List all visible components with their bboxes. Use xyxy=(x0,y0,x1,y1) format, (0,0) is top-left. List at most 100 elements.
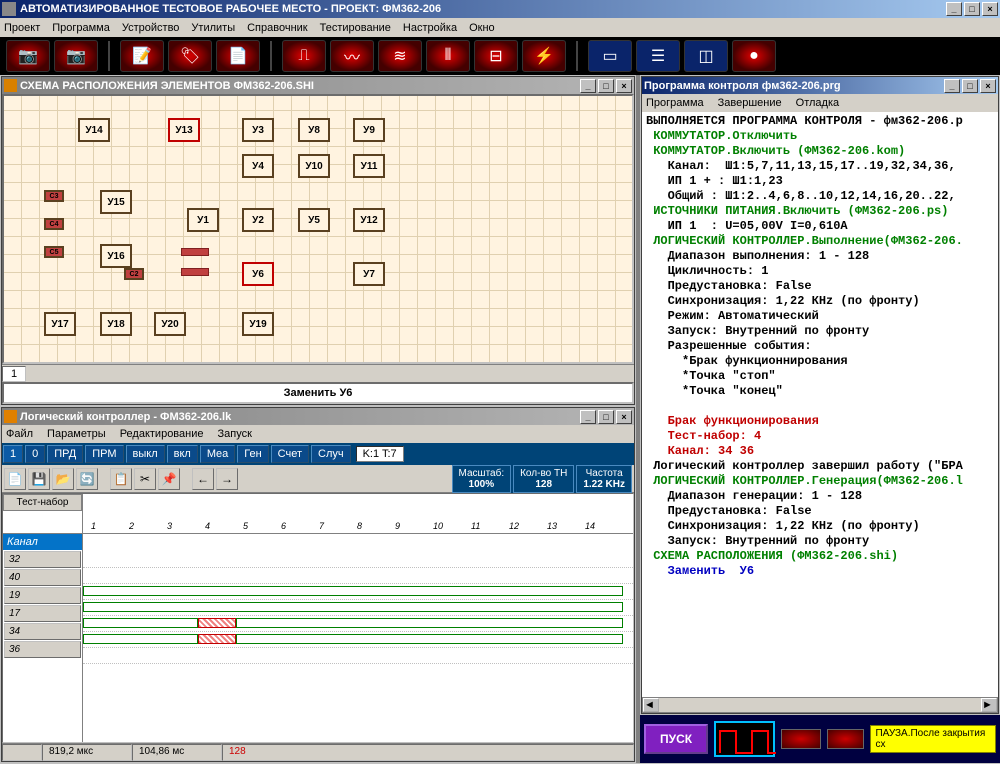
chip-У1[interactable]: У1 xyxy=(187,208,219,232)
tb-btn-4[interactable]: 🏷 xyxy=(168,40,212,72)
chip-У8[interactable]: У8 xyxy=(298,118,330,142)
logic-tab-0[interactable]: 0 xyxy=(25,445,45,463)
log-max-button[interactable]: □ xyxy=(598,410,614,424)
lt-new[interactable]: 📄 xyxy=(4,468,26,490)
logic-tab-Mea[interactable]: Mea xyxy=(200,445,235,463)
program-output[interactable]: ВЫПОЛНЯЕТСЯ ПРОГРАММА КОНТРОЛЯ - фм362-2… xyxy=(642,112,998,697)
menu-program[interactable]: Программа xyxy=(52,22,110,34)
tb-btn-8[interactable]: ≋ xyxy=(378,40,422,72)
log-min-button[interactable]: _ xyxy=(580,410,596,424)
channel-36[interactable]: 36 xyxy=(4,641,81,658)
channel-40[interactable]: 40 xyxy=(4,569,81,586)
menu-settings[interactable]: Настройка xyxy=(403,22,457,34)
tb-layout-3[interactable]: ◫ xyxy=(684,40,728,72)
chip-У3[interactable]: У3 xyxy=(242,118,274,142)
logic-tab-выкл[interactable]: выкл xyxy=(126,445,165,463)
cap-С2[interactable]: С2 xyxy=(124,268,144,280)
sch-close-button[interactable]: × xyxy=(616,79,632,93)
logic-menu-file[interactable]: Файл xyxy=(6,428,33,440)
logic-titlebar[interactable]: Логический контроллер - ФМ362-206.lk _ □… xyxy=(2,408,634,425)
channel-34[interactable]: 34 xyxy=(4,623,81,640)
logic-tab-ПРМ[interactable]: ПРМ xyxy=(85,445,123,463)
chip-У2[interactable]: У2 xyxy=(242,208,274,232)
menu-testing[interactable]: Тестирование xyxy=(320,22,391,34)
chip-У9[interactable]: У9 xyxy=(353,118,385,142)
program-titlebar[interactable]: Программа контроля фм362-206.prg _ □ × xyxy=(642,77,998,94)
minimize-button[interactable]: _ xyxy=(946,2,962,16)
chip-У10[interactable]: У10 xyxy=(298,154,330,178)
tb-layout-1[interactable]: ▭ xyxy=(588,40,632,72)
channel-19[interactable]: 19 xyxy=(4,587,81,604)
logic-tab-Случ[interactable]: Случ xyxy=(311,445,351,463)
menu-window[interactable]: Окно xyxy=(469,22,495,34)
logic-tab-ПРД[interactable]: ПРД xyxy=(47,445,83,463)
prog-menu-debug[interactable]: Отладка xyxy=(796,97,839,109)
logic-menu-run[interactable]: Запуск xyxy=(217,428,251,440)
lt-prev[interactable]: ← xyxy=(192,468,214,490)
tb-layout-2[interactable]: ☰ xyxy=(636,40,680,72)
start-button[interactable]: ПУСК xyxy=(644,724,708,754)
ctrl-small-2[interactable] xyxy=(827,729,865,749)
lt-open[interactable]: 📂 xyxy=(52,468,74,490)
cap-С4[interactable]: С4 xyxy=(44,218,64,230)
sch-min-button[interactable]: _ xyxy=(580,79,596,93)
chip-У5[interactable]: У5 xyxy=(298,208,330,232)
menu-reference[interactable]: Справочник xyxy=(247,22,308,34)
lt-copy[interactable]: 📋 xyxy=(110,468,132,490)
chip-У15[interactable]: У15 xyxy=(100,190,132,214)
prog-min-button[interactable]: _ xyxy=(944,79,960,93)
menu-project[interactable]: Проект xyxy=(4,22,40,34)
log-close-button[interactable]: × xyxy=(616,410,632,424)
tb-btn-1[interactable]: 📷 xyxy=(6,40,50,72)
cap-С5[interactable]: С5 xyxy=(44,246,64,258)
tb-btn-6[interactable]: ⎍ xyxy=(282,40,326,72)
lt-next[interactable]: → xyxy=(216,468,238,490)
lt-reload[interactable]: 🔄 xyxy=(76,468,98,490)
logic-menu-edit[interactable]: Редактирование xyxy=(120,428,204,440)
chip-У19[interactable]: У19 xyxy=(242,312,274,336)
chip-У7[interactable]: У7 xyxy=(353,262,385,286)
chip-У14[interactable]: У14 xyxy=(78,118,110,142)
scroll-right-icon[interactable]: ► xyxy=(981,698,997,712)
tb-btn-9[interactable]: ⫴ xyxy=(426,40,470,72)
scroll-left-icon[interactable]: ◄ xyxy=(643,698,659,712)
maximize-button[interactable]: □ xyxy=(964,2,980,16)
prog-menu-finish[interactable]: Завершение xyxy=(718,97,782,109)
channel-32[interactable]: 32 xyxy=(4,551,81,568)
chip-У17[interactable]: У17 xyxy=(44,312,76,336)
close-button[interactable]: × xyxy=(982,2,998,16)
chip-У20[interactable]: У20 xyxy=(154,312,186,336)
resistor-0[interactable] xyxy=(181,248,209,256)
prog-menu-program[interactable]: Программа xyxy=(646,97,704,109)
logic-tab-1[interactable]: 1 xyxy=(3,445,23,463)
tb-btn-7[interactable]: 〰 xyxy=(330,40,374,72)
resistor-1[interactable] xyxy=(181,268,209,276)
tb-btn-5[interactable]: 📄 xyxy=(216,40,260,72)
tb-btn-11[interactable]: ⚡ xyxy=(522,40,566,72)
cap-С3[interactable]: С3 xyxy=(44,190,64,202)
tb-btn-3[interactable]: 📝 xyxy=(120,40,164,72)
logic-tab-Ген[interactable]: Ген xyxy=(237,445,268,463)
schematic-titlebar[interactable]: СХЕМА РАСПОЛОЖЕНИЯ ЭЛЕМЕНТОВ ФМ362-206.S… xyxy=(2,77,634,94)
chip-У12[interactable]: У12 xyxy=(353,208,385,232)
menu-device[interactable]: Устройство xyxy=(122,22,180,34)
program-hscroll[interactable]: ◄ ► xyxy=(642,697,998,713)
logic-menu-params[interactable]: Параметры xyxy=(47,428,106,440)
tb-btn-2[interactable]: 📷 xyxy=(54,40,98,72)
schematic-canvas[interactable]: У14У13У3У8У9У4У10У11У15У1У2У5У12У16У6У7У… xyxy=(2,94,634,364)
ctrl-small-1[interactable] xyxy=(781,729,821,749)
chip-У18[interactable]: У18 xyxy=(100,312,132,336)
chip-У11[interactable]: У11 xyxy=(353,154,385,178)
menu-utilities[interactable]: Утилиты xyxy=(191,22,235,34)
channel-17[interactable]: 17 xyxy=(4,605,81,622)
logic-tab-Счет[interactable]: Счет xyxy=(271,445,309,463)
tb-btn-rec[interactable]: ● xyxy=(732,40,776,72)
prog-close-button[interactable]: × xyxy=(980,79,996,93)
chip-У6[interactable]: У6 xyxy=(242,262,274,286)
lt-paste[interactable]: 📌 xyxy=(158,468,180,490)
waveform-area[interactable]: Тест-набор 1234567891011121314 Канал 324… xyxy=(2,493,634,743)
chip-У13[interactable]: У13 xyxy=(168,118,200,142)
chip-У16[interactable]: У16 xyxy=(100,244,132,268)
sch-max-button[interactable]: □ xyxy=(598,79,614,93)
logic-tab-вкл[interactable]: вкл xyxy=(167,445,198,463)
